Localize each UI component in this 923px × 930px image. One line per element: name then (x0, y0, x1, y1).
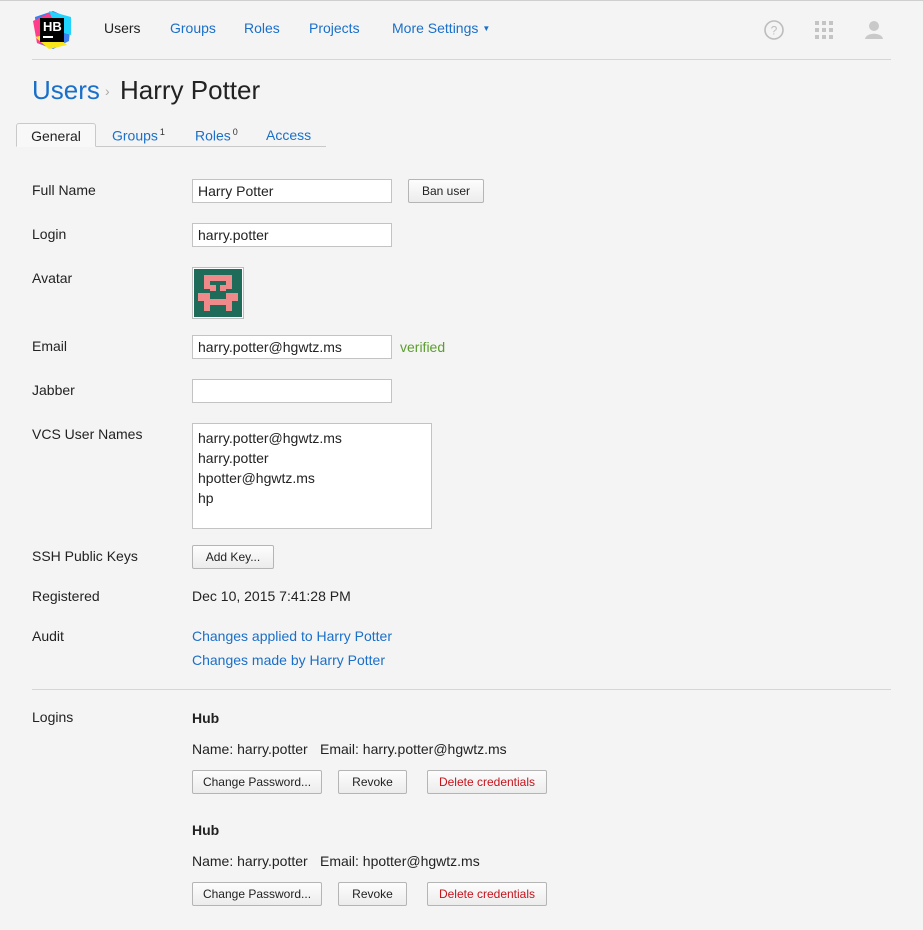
change-password-button[interactable]: Change Password... (192, 770, 322, 794)
jabber-input[interactable] (192, 379, 392, 403)
nav-projects[interactable]: Projects (309, 20, 360, 36)
login-label: Login (32, 226, 67, 242)
audit-label: Audit (32, 628, 64, 644)
svg-text:?: ? (771, 24, 778, 38)
revoke-button[interactable]: Revoke (338, 770, 407, 794)
nav-groups[interactable]: Groups (170, 20, 216, 36)
login-entry-name: Name: harry.potter (192, 741, 308, 757)
vcs-user-name: harry.potter@hgwtz.ms (198, 430, 342, 446)
audit-changes-applied-link[interactable]: Changes applied to Harry Potter (192, 628, 392, 644)
tab-access[interactable]: Access (266, 123, 311, 147)
add-key-button[interactable]: Add Key... (192, 545, 274, 569)
login-entry-title: Hub (192, 710, 220, 726)
nav-more-settings[interactable]: More Settings ▼ (392, 20, 490, 36)
avatar[interactable] (192, 267, 244, 319)
hub-logo[interactable]: HB (31, 9, 73, 51)
ban-user-button[interactable]: Ban user (408, 179, 484, 203)
tab-general-label: General (31, 128, 81, 144)
ssh-public-keys-label: SSH Public Keys (32, 548, 138, 564)
breadcrumb-separator: › (105, 83, 110, 99)
delete-credentials-button[interactable]: Delete credentials (427, 882, 547, 906)
top-navigation-bar: HB Users Groups Roles Projects More Sett… (0, 1, 923, 59)
full-name-input[interactable] (192, 179, 392, 203)
login-entry-name: Name: harry.potter (192, 853, 308, 869)
registered-label: Registered (32, 588, 100, 604)
jabber-label: Jabber (32, 382, 75, 398)
change-password-button[interactable]: Change Password... (192, 882, 322, 906)
nav-more-settings-label: More Settings (392, 20, 479, 36)
login-entry-email: Email: hpotter@hgwtz.ms (320, 853, 480, 869)
revoke-button[interactable]: Revoke (338, 882, 407, 906)
tab-groups[interactable]: Groups 1 (112, 123, 165, 147)
vcs-user-name: hpotter@hgwtz.ms (198, 470, 315, 486)
breadcrumb-users-link[interactable]: Users (32, 75, 100, 106)
help-icon[interactable]: ? (763, 19, 785, 41)
tab-roles-count: 0 (232, 127, 238, 137)
tab-roles-label: Roles (195, 127, 231, 144)
tab-groups-label: Groups (112, 127, 158, 144)
email-verified-status: verified (400, 339, 446, 355)
tab-access-label: Access (266, 127, 312, 143)
avatar-identicon (194, 269, 242, 317)
nav-users[interactable]: Users (104, 20, 141, 36)
chevron-down-icon: ▼ (482, 24, 491, 33)
vcs-user-names-label: VCS User Names (32, 426, 143, 442)
vcs-user-name: hp (198, 490, 214, 506)
tab-general[interactable]: General (16, 123, 96, 147)
audit-changes-made-link[interactable]: Changes made by Harry Potter (192, 652, 385, 668)
vcs-user-names-textarea[interactable]: harry.potter@hgwtz.ms harry.potter hpott… (192, 423, 432, 529)
user-profile-icon[interactable] (863, 19, 885, 41)
email-label: Email (32, 338, 68, 354)
page-title: Harry Potter (120, 75, 261, 105)
header-divider (32, 59, 891, 60)
logo-text: HB (43, 19, 62, 34)
tab-groups-count: 1 (159, 127, 165, 137)
registered-date: Dec 10, 2015 7:41:28 PM (192, 588, 351, 604)
vcs-user-name: harry.potter (198, 450, 269, 466)
login-entry-title: Hub (192, 822, 220, 838)
full-name-label: Full Name (32, 182, 96, 198)
avatar-label: Avatar (32, 270, 73, 286)
delete-credentials-button[interactable]: Delete credentials (427, 770, 547, 794)
tab-roles[interactable]: Roles 0 (195, 123, 238, 147)
section-divider (32, 689, 891, 690)
email-input[interactable] (192, 335, 392, 359)
login-input[interactable] (192, 223, 392, 247)
apps-grid-icon[interactable] (813, 19, 835, 41)
login-entry-email: Email: harry.potter@hgwtz.ms (320, 741, 507, 757)
nav-roles[interactable]: Roles (244, 20, 280, 36)
logins-label: Logins (32, 709, 74, 725)
